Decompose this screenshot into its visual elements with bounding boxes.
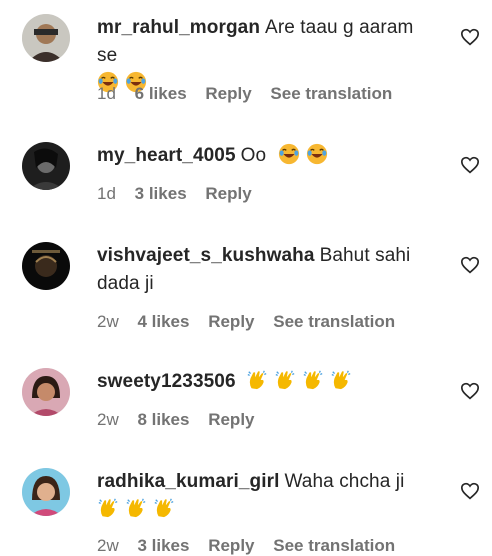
comment-time: 2w xyxy=(97,536,119,555)
likes-count[interactable]: 6 likes xyxy=(135,84,187,103)
reply-button[interactable]: Reply xyxy=(205,184,251,203)
see-translation-link[interactable]: See translation xyxy=(270,84,392,103)
comment-message: Waha chcha ji xyxy=(284,471,405,492)
reply-button[interactable]: Reply xyxy=(208,410,254,429)
comment-meta: 1d 6 likes Reply See translation xyxy=(97,84,406,104)
like-heart-icon[interactable] xyxy=(460,482,480,500)
clapping-hands-emoji xyxy=(274,369,296,391)
comment-meta: 2w 4 likes Reply See translation xyxy=(97,312,409,332)
comment-username[interactable]: vishvajeet_s_kushwaha xyxy=(97,245,315,266)
comment-time: 2w xyxy=(97,312,119,331)
reply-button[interactable]: Reply xyxy=(205,84,251,103)
clapping-hands-emoji xyxy=(302,369,324,391)
like-heart-icon[interactable] xyxy=(460,256,480,274)
comment-meta: 1d 3 likes Reply xyxy=(97,184,266,204)
see-translation-link[interactable]: See translation xyxy=(273,312,395,331)
avatar[interactable] xyxy=(22,14,70,62)
avatar[interactable] xyxy=(22,242,70,290)
laughing-tears-emoji xyxy=(306,143,328,165)
comment-username[interactable]: sweety1233506 xyxy=(97,371,236,392)
comment-item: radhika_kumari_girl Waha chcha ji 2w 3 li… xyxy=(0,458,492,555)
like-heart-icon[interactable] xyxy=(460,382,480,400)
see-translation-link[interactable]: See translation xyxy=(273,536,395,555)
comment-username[interactable]: radhika_kumari_girl xyxy=(97,471,279,492)
clapping-hands-emoji xyxy=(97,497,119,519)
comment-item: mr_rahul_morgan Are taau g aaram se 1d 6 … xyxy=(0,0,492,120)
comment-time: 1d xyxy=(97,84,116,103)
avatar[interactable] xyxy=(22,468,70,516)
likes-count[interactable]: 3 likes xyxy=(135,184,187,203)
comment-text: sweety1233506 xyxy=(97,368,437,396)
comment-meta: 2w 8 likes Reply xyxy=(97,410,269,430)
avatar[interactable] xyxy=(22,368,70,416)
comment-text: my_heart_4005 Oo xyxy=(97,142,437,170)
clapping-hands-emoji xyxy=(153,497,175,519)
reply-button[interactable]: Reply xyxy=(208,312,254,331)
comment-item: sweety1233506 2w 8 likes Reply xyxy=(0,358,492,458)
laughing-tears-emoji xyxy=(278,143,300,165)
comment-time: 1d xyxy=(97,184,116,203)
comment-item: my_heart_4005 Oo 1d 3 likes Reply xyxy=(0,130,492,230)
like-heart-icon[interactable] xyxy=(460,28,480,46)
likes-count[interactable]: 3 likes xyxy=(137,536,189,555)
comment-text: vishvajeet_s_kushwaha Bahut sahi dada ji xyxy=(97,242,437,298)
comment-text: radhika_kumari_girl Waha chcha ji xyxy=(97,468,437,524)
reply-button[interactable]: Reply xyxy=(208,536,254,555)
likes-count[interactable]: 8 likes xyxy=(137,410,189,429)
comment-meta: 2w 3 likes Reply See translation xyxy=(97,536,409,556)
comment-list: mr_rahul_morgan Are taau g aaram se 1d 6 … xyxy=(0,0,492,555)
avatar[interactable] xyxy=(22,142,70,190)
clapping-hands-emoji xyxy=(330,369,352,391)
clapping-hands-emoji xyxy=(246,369,268,391)
like-heart-icon[interactable] xyxy=(460,156,480,174)
comment-item: vishvajeet_s_kushwaha Bahut sahi dada ji … xyxy=(0,230,492,350)
comment-message: Oo xyxy=(240,145,267,166)
clapping-hands-emoji xyxy=(125,497,147,519)
comment-username[interactable]: mr_rahul_morgan xyxy=(97,17,260,38)
comment-username[interactable]: my_heart_4005 xyxy=(97,145,236,166)
likes-count[interactable]: 4 likes xyxy=(137,312,189,331)
comment-time: 2w xyxy=(97,410,119,429)
